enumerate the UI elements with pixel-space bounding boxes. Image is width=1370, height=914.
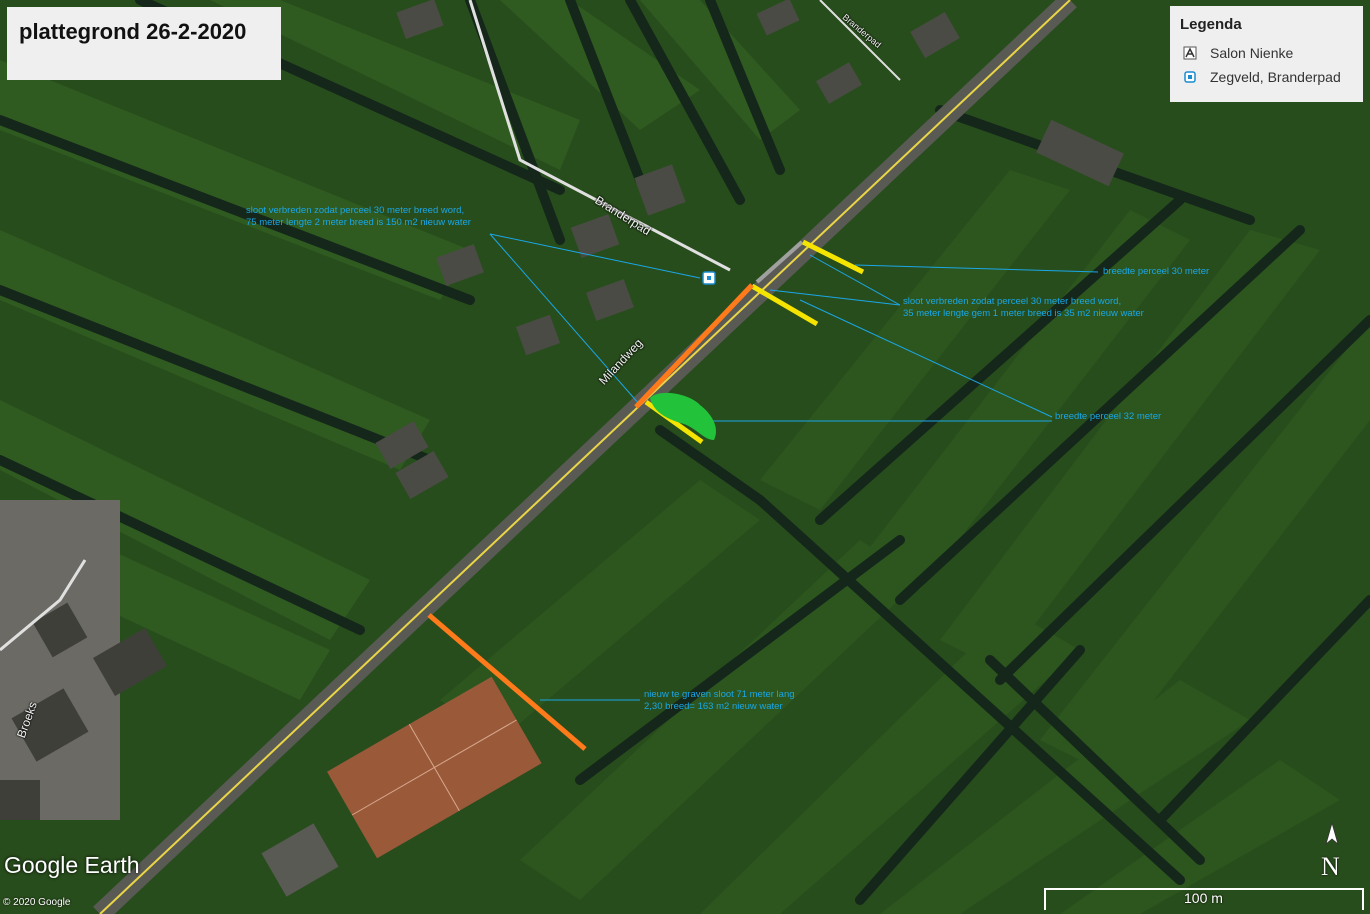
annotation-line: breedte perceel 32 meter <box>1055 411 1162 422</box>
legend-title: Legenda <box>1180 16 1242 33</box>
place-pin-icon <box>1180 69 1200 85</box>
scale-bar: 100 m <box>1044 888 1366 910</box>
annotation-width-30m: breedte perceel 30 meter <box>1103 266 1209 278</box>
annotation-new-ditch-71m: nieuw te graven sloot 71 meter lang 2,30… <box>644 689 795 713</box>
annotation-width-32m: breedte perceel 32 meter <box>1055 411 1161 423</box>
annotation-ditch-widening-35m: sloot verbreden zodat perceel 30 meter b… <box>903 296 1144 320</box>
annotation-line: nieuw te graven sloot 71 meter lang <box>644 689 795 700</box>
satellite-imagery <box>0 0 1370 914</box>
annotation-line: 35 meter lengte gem 1 meter breed is 35 … <box>903 308 1144 319</box>
north-arrow: N <box>1318 822 1344 882</box>
map-title: plattegrond 26-2-2020 <box>19 19 247 44</box>
annotation-line: 2,30 breed= 163 m2 nieuw water <box>644 701 783 712</box>
annotation-line: sloot verbreden zodat perceel 30 meter b… <box>246 205 465 216</box>
legend-item-zegveld-branderpad[interactable]: Zegveld, Branderpad <box>1180 65 1353 89</box>
annotation-line: 75 meter lengte 2 meter breed is 150 m2 … <box>246 217 471 228</box>
copyright-text: © 2020 Google <box>3 897 71 908</box>
map-title-box: plattegrond 26-2-2020 <box>7 7 281 80</box>
annotation-line: breedte perceel 30 meter <box>1103 266 1210 277</box>
annotation-line: sloot verbreden zodat perceel 30 meter b… <box>903 296 1122 307</box>
google-earth-watermark: Google Earth <box>4 852 140 878</box>
map-view[interactable]: plattegrond 26-2-2020 Legenda Salon Nien… <box>0 0 1370 914</box>
legend-item-salon-nienke[interactable]: Salon Nienke <box>1180 41 1353 65</box>
north-label: N <box>1321 852 1340 881</box>
legend-panel: Legenda Salon Nienke Zegveld, Branderpad <box>1170 6 1363 102</box>
salon-icon <box>1180 45 1200 61</box>
legend-item-label: Zegveld, Branderpad <box>1210 69 1341 85</box>
annotation-ditch-widening-75m: sloot verbreden zodat perceel 30 meter b… <box>246 205 471 229</box>
scale-label: 100 m <box>1184 890 1223 906</box>
place-pin-marker <box>702 271 716 285</box>
north-arrow-icon <box>1325 822 1339 846</box>
legend-item-label: Salon Nienke <box>1210 45 1294 61</box>
